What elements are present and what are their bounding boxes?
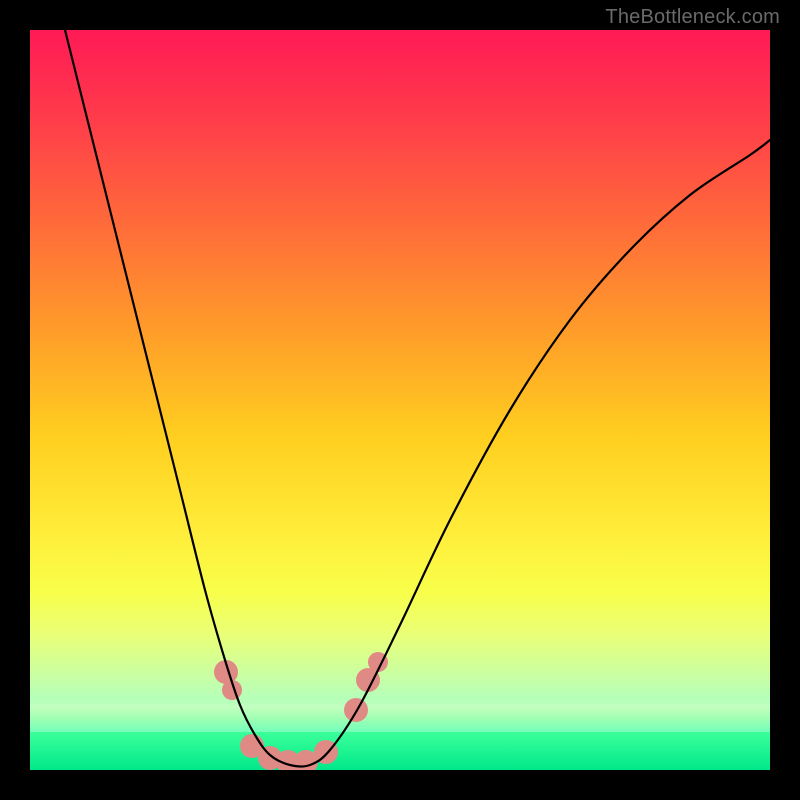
chart-markers [214, 652, 388, 770]
chart-curve [65, 30, 770, 767]
chart-area [30, 30, 770, 770]
chart-svg [30, 30, 770, 770]
watermark-text: TheBottleneck.com [605, 6, 780, 29]
